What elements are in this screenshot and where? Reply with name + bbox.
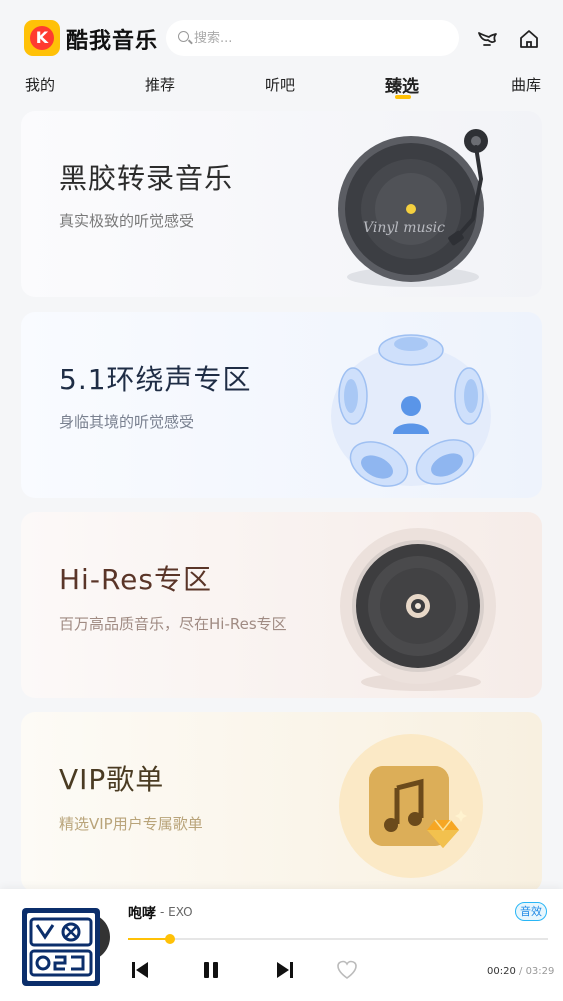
card-subtitle: 精选VIP用户专属歌单 <box>59 815 203 833</box>
surround-sound-card[interactable]: 5.1环绕声专区 身临其境的听觉感受 <box>21 312 542 498</box>
vinyl-music-card[interactable]: 黑胶转录音乐 真实极致的听觉感受 Vinyl music <box>21 111 542 297</box>
home-icon[interactable] <box>517 27 541 51</box>
progress-bar[interactable] <box>128 934 548 944</box>
pause-icon <box>204 962 218 978</box>
duration: 03:29 <box>525 966 555 977</box>
skip-previous-icon <box>132 962 148 978</box>
tab-selected[interactable]: 臻选 <box>385 72 419 97</box>
time-display: 00:20 / 03:29 <box>487 966 554 977</box>
top-header: K 酷我音乐 <box>0 0 563 64</box>
hi-res-card[interactable]: Hi-Res专区 百万高品质音乐，尽在Hi-Res专区 <box>21 512 542 698</box>
progress-knob[interactable] <box>165 934 175 944</box>
active-tab-indicator <box>395 95 411 99</box>
time-separator: / <box>515 966 526 977</box>
tab-library[interactable]: 曲库 <box>511 74 541 95</box>
sound-effect-button[interactable]: 音效 <box>515 902 547 921</box>
like-button[interactable] <box>336 959 358 981</box>
skip-next-icon <box>277 962 293 978</box>
app-title: 酷我音乐 <box>66 29 159 54</box>
previous-button[interactable] <box>129 959 151 981</box>
tab-mine[interactable]: 我的 <box>25 74 55 95</box>
album-art-graphic <box>29 917 93 977</box>
card-subtitle: 真实极致的听觉感受 <box>59 212 195 230</box>
hi-res-disc-icon <box>340 528 496 691</box>
tab-recommend[interactable]: 推荐 <box>145 74 175 95</box>
card-title: 5.1环绕声专区 <box>59 363 252 396</box>
card-title: Hi-Res专区 <box>59 563 212 596</box>
logo-letter: K <box>35 28 49 47</box>
card-subtitle: 百万高品质音乐，尽在Hi-Res专区 <box>59 615 287 633</box>
album-art <box>27 913 95 981</box>
vip-bird-icon[interactable] <box>475 27 499 51</box>
card-title: 黑胶转录音乐 <box>59 162 234 195</box>
tab-listen[interactable]: 听吧 <box>265 74 295 95</box>
song-artist: - EXO <box>160 905 193 919</box>
card-title: VIP歌单 <box>59 763 165 796</box>
surround-speakers-icon <box>331 334 491 487</box>
heart-icon <box>337 960 357 979</box>
card-subtitle: 身临其境的听觉感受 <box>59 413 195 431</box>
vinyl-art-text: Vinyl music <box>363 220 445 236</box>
current-time: 00:20 <box>487 966 516 977</box>
vip-music-note-icon <box>339 734 483 878</box>
search-input[interactable] <box>194 28 444 48</box>
progress-fill <box>128 938 170 940</box>
song-title: 咆哮 <box>128 906 156 922</box>
next-button[interactable] <box>274 959 296 981</box>
top-tabs: 我的 推荐 听吧 臻选 曲库 <box>0 66 563 102</box>
album-cover[interactable] <box>22 908 100 986</box>
vip-playlist-card[interactable]: VIP歌单 精选VIP用户专属歌单 <box>21 712 542 892</box>
vinyl-record-icon: Vinyl music <box>338 129 488 287</box>
mini-player[interactable]: 咆哮 - EXO 音效 00:20 / 03:29 <box>0 889 563 1001</box>
app-logo: K <box>24 20 60 56</box>
search-icon <box>178 31 189 42</box>
pause-button[interactable] <box>200 959 222 981</box>
search-bar[interactable] <box>166 20 459 56</box>
